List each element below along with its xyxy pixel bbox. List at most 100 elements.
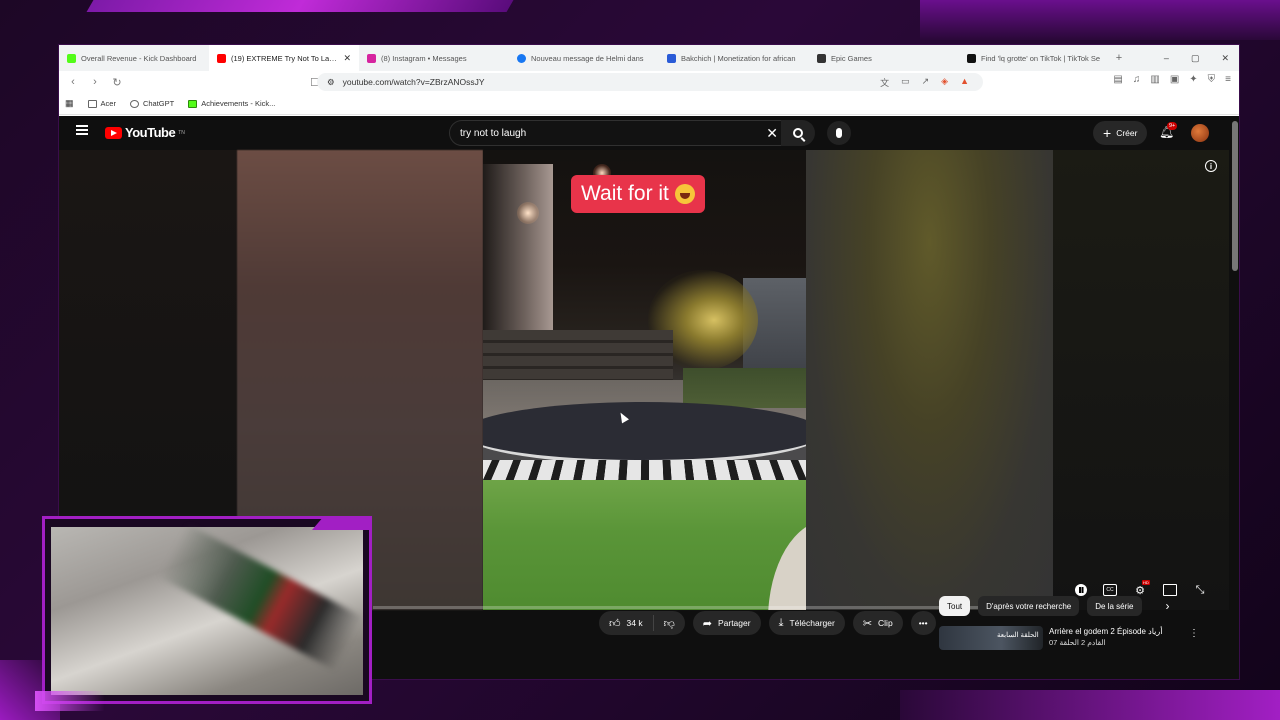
new-tab-button[interactable]: + bbox=[1109, 52, 1129, 64]
chip-all[interactable]: Tout bbox=[939, 596, 971, 616]
tab-title: (8) Instagram • Messages bbox=[381, 53, 467, 63]
frame-accent-top-left bbox=[86, 0, 514, 12]
close-window-button[interactable]: ✕ bbox=[1221, 53, 1229, 64]
create-button[interactable]: + Créer bbox=[1093, 121, 1148, 145]
frame-accent-bottom-right bbox=[900, 690, 1280, 720]
webcam-frame-accent bbox=[312, 516, 372, 530]
kick-favicon-icon bbox=[67, 53, 76, 63]
share-button[interactable]: ➦ Partager bbox=[692, 611, 761, 635]
video-ambient-right bbox=[1053, 150, 1229, 610]
maximize-button[interactable]: ▢ bbox=[1191, 53, 1200, 64]
voice-search-button[interactable] bbox=[827, 121, 851, 145]
scene-lawn bbox=[483, 480, 806, 610]
tab-search-icon[interactable]: ▤ bbox=[1113, 74, 1122, 85]
scene-trampoline bbox=[483, 402, 806, 464]
tab-facebook[interactable]: Nouveau message de Helmi dans bbox=[509, 45, 659, 71]
caption-text: Wait for it bbox=[581, 182, 669, 205]
instagram-favicon-icon bbox=[367, 53, 376, 63]
recommended-video-title[interactable]: Arrière el godem 2 Épisode أرياد bbox=[1049, 626, 1162, 637]
avatar[interactable] bbox=[1191, 124, 1209, 142]
cast-icon[interactable]: ▭ bbox=[901, 76, 910, 89]
info-icon[interactable]: i bbox=[1205, 160, 1217, 172]
clip-button[interactable]: ✂ Clip bbox=[852, 611, 903, 635]
scrollbar[interactable] bbox=[1232, 121, 1238, 271]
search-icon bbox=[793, 128, 803, 138]
bookmarks-bar: ▦ Acer ChatGPT Achievements - Kick... bbox=[59, 93, 1239, 115]
address-bar-row: ‹ › ↻ ☐ ⚙ youtube.com/watch?v=ZBrzANOssJ… bbox=[59, 71, 1239, 93]
browser-toolbar-right: ▤ ♫ ▥ ▣ ✦ ⛨ ≡ bbox=[1113, 74, 1231, 85]
like-button[interactable]: 👍︎ 34 k bbox=[599, 615, 654, 631]
media-icon[interactable]: ♫ bbox=[1133, 74, 1141, 85]
recommended-video-info: Arrière el godem 2 Épisode أرياد 07 القا… bbox=[1049, 626, 1162, 650]
search-value: try not to laugh bbox=[460, 127, 527, 139]
fullscreen-icon[interactable]: ⤡ bbox=[1193, 584, 1207, 596]
video-frame bbox=[483, 150, 806, 610]
tab-instagram[interactable]: (8) Instagram • Messages bbox=[359, 45, 509, 71]
thumbnail-text: الحلقة السابعة bbox=[997, 632, 1039, 639]
video-actions: 👍︎ 34 k 👎︎ ➦ Partager ⤓ Télécharger ✂ Cl… bbox=[599, 611, 936, 635]
wallet-icon[interactable]: ▣ bbox=[1170, 74, 1179, 85]
youtube-logo-text: YouTube bbox=[125, 125, 176, 140]
close-tab-icon[interactable]: ✕ bbox=[343, 53, 351, 64]
forward-arrow-icon[interactable]: › bbox=[89, 76, 101, 88]
vpn-icon[interactable]: ⛨ bbox=[1208, 74, 1216, 85]
tab-title: Nouveau message de Helmi dans bbox=[531, 53, 644, 63]
autoplay-toggle-icon[interactable] bbox=[1075, 584, 1087, 596]
scene-back-lawn bbox=[683, 368, 806, 408]
scene-wall-light bbox=[517, 202, 539, 224]
dislike-button[interactable]: 👎︎ bbox=[654, 617, 685, 630]
sidebar-icon[interactable]: ▥ bbox=[1150, 74, 1159, 85]
recommended-video[interactable]: الحلقة السابعة Arrière el godem 2 Épisod… bbox=[939, 626, 1199, 650]
player-controls: CC ⚙ HD ⤡ bbox=[1075, 580, 1207, 597]
subtitles-icon[interactable]: CC bbox=[1103, 584, 1117, 596]
clear-search-icon[interactable]: ✕ bbox=[766, 125, 778, 142]
tab-tiktok[interactable]: Find 'lq grotte' on TikTok | TikTok Se bbox=[959, 45, 1109, 71]
search-input[interactable]: try not to laugh ✕ bbox=[449, 120, 789, 146]
kick-icon bbox=[188, 99, 198, 108]
back-arrow-icon[interactable]: ‹ bbox=[67, 76, 79, 88]
hd-badge: HD bbox=[1142, 580, 1150, 585]
more-options-icon[interactable]: ⋮ bbox=[1189, 628, 1199, 639]
leo-ai-icon[interactable]: ✦ bbox=[1189, 74, 1197, 85]
tab-bar: Overall Revenue - Kick Dashboard (19) EX… bbox=[59, 45, 1239, 71]
menu-icon[interactable]: ≡ bbox=[1225, 74, 1231, 85]
like-count: 34 k bbox=[626, 618, 643, 628]
tab-youtube[interactable]: (19) EXTREME Try Not To Laugh ✕ bbox=[209, 45, 359, 71]
chatgpt-icon bbox=[129, 99, 139, 108]
url-field[interactable]: ⚙ youtube.com/watch?v=ZBrzANOssJY 文 ▭ ↗ … bbox=[317, 73, 983, 91]
reload-icon[interactable]: ↻ bbox=[111, 76, 123, 89]
tab-kick-dashboard[interactable]: Overall Revenue - Kick Dashboard bbox=[59, 45, 209, 71]
video-thumbnail[interactable]: الحلقة السابعة bbox=[939, 626, 1043, 650]
settings-gear-icon[interactable]: ⚙ HD bbox=[1133, 580, 1150, 597]
hamburger-menu-icon[interactable] bbox=[76, 125, 88, 135]
more-actions-button[interactable]: ••• bbox=[910, 611, 936, 635]
share-icon[interactable]: ↗ bbox=[922, 76, 930, 89]
tiktok-favicon-icon bbox=[967, 53, 976, 63]
bookmark-acer[interactable]: Acer bbox=[87, 99, 116, 108]
theater-mode-icon[interactable] bbox=[1163, 584, 1177, 596]
apps-grid-icon[interactable]: ▦ bbox=[65, 98, 74, 109]
tab-title: Find 'lq grotte' on TikTok | TikTok Se bbox=[981, 53, 1101, 63]
chip-series[interactable]: De la série bbox=[1087, 596, 1142, 616]
chevron-right-icon[interactable]: › bbox=[1166, 599, 1170, 613]
rolling-laughing-emoji-icon bbox=[674, 184, 695, 204]
site-info-icon[interactable]: ⚙ bbox=[327, 77, 335, 88]
folder-icon bbox=[87, 99, 97, 108]
chip-related-search[interactable]: D'après votre recherche bbox=[978, 596, 1080, 616]
search-button[interactable] bbox=[781, 120, 815, 146]
youtube-logo[interactable]: YouTube TN bbox=[105, 125, 185, 140]
bookmark-kick-achievements[interactable]: Achievements - Kick... bbox=[188, 99, 275, 108]
webcam-overlay bbox=[35, 516, 372, 711]
brave-shield-icon[interactable]: ◈ bbox=[941, 76, 948, 89]
thumbs-down-icon: 👎︎ bbox=[663, 617, 675, 630]
bookmark-chatgpt[interactable]: ChatGPT bbox=[129, 99, 174, 108]
download-button[interactable]: ⤓ Télécharger bbox=[768, 611, 845, 635]
bookmark-label: Acer bbox=[100, 99, 116, 108]
brave-rewards-icon[interactable]: ▲ bbox=[960, 76, 969, 89]
translate-icon[interactable]: 文 bbox=[880, 76, 889, 89]
minimize-button[interactable]: – bbox=[1164, 53, 1169, 64]
epic-games-favicon-icon bbox=[817, 53, 826, 63]
tab-epic-games[interactable]: Epic Games bbox=[809, 45, 959, 71]
youtube-header: YouTube TN try not to laugh ✕ + Créer 🔔︎… bbox=[59, 116, 1239, 150]
tab-bakchich[interactable]: Bakchich | Monetization for african bbox=[659, 45, 809, 71]
